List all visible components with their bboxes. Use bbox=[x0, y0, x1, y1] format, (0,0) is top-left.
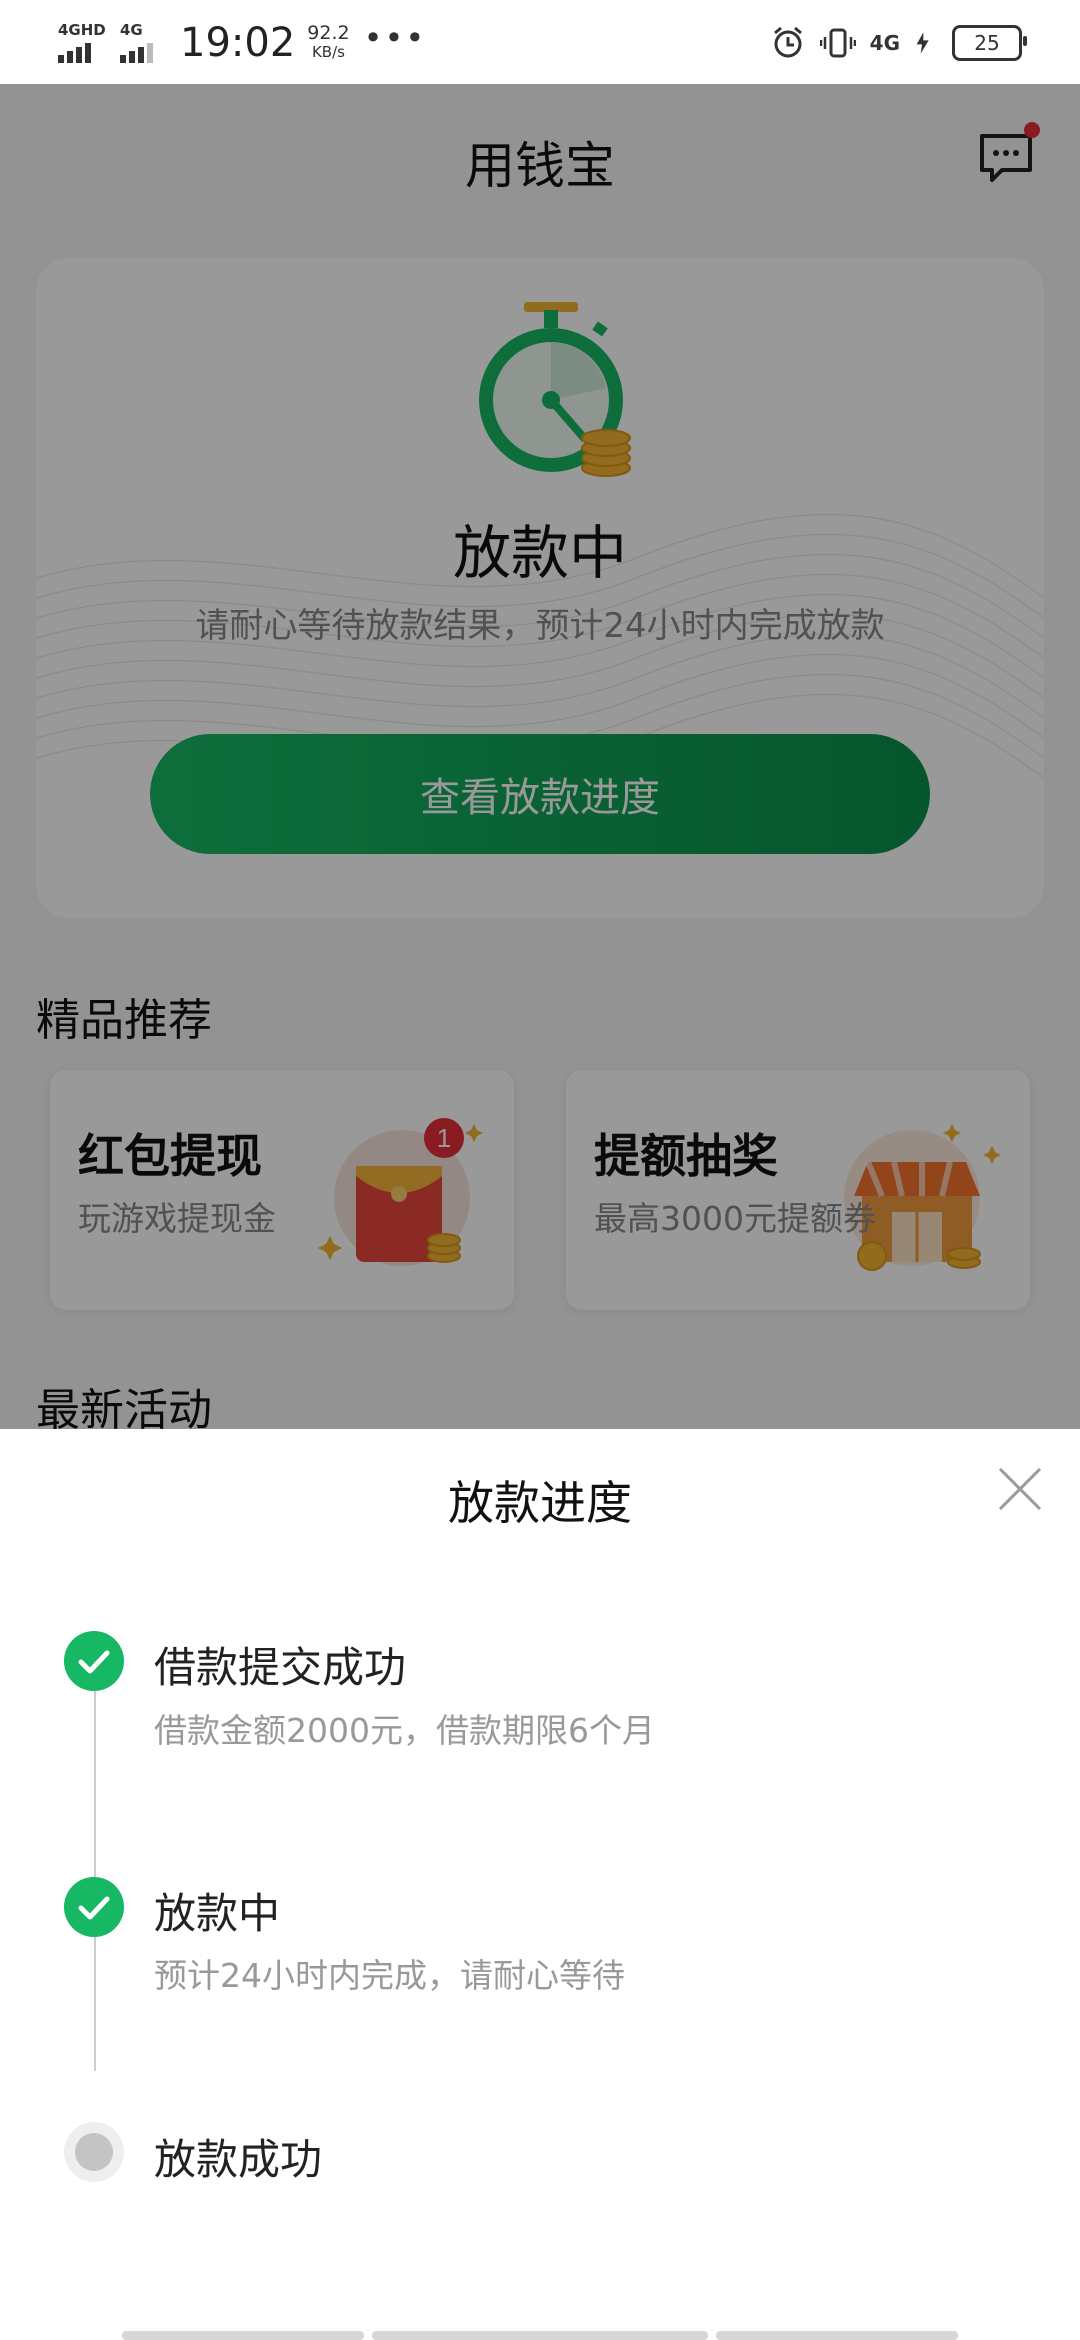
pending-dot-icon bbox=[64, 2122, 124, 2182]
more-notifications-icon: ••• bbox=[363, 19, 427, 57]
signal-icon: 4GHD bbox=[58, 21, 106, 63]
charging-icon bbox=[916, 32, 929, 54]
check-circle-icon bbox=[64, 1631, 124, 1691]
battery-level: 25 bbox=[974, 31, 1000, 55]
alarm-icon bbox=[773, 26, 802, 58]
step-subtitle: 预计24小时内完成，请耐心等待 bbox=[154, 1956, 625, 1995]
signal-label-2: 4G bbox=[120, 21, 143, 39]
nav-bar-segment bbox=[716, 2331, 958, 2340]
signal-label: 4GHD bbox=[58, 21, 106, 39]
status-bar: 4GHD 4G 19:02 92.2 KB/s ••• 4G 25 bbox=[0, 0, 1080, 84]
signal-icon-2: 4G bbox=[120, 21, 160, 63]
progress-bottom-sheet: 放款进度 借款提交成功 借款金额2000元，借款期限6个月 放款中 预计24小时… bbox=[0, 1429, 1080, 2340]
check-circle-icon bbox=[64, 1877, 124, 1937]
nav-bar-segment bbox=[122, 2331, 364, 2340]
step-subtitle: 借款金额2000元，借款期限6个月 bbox=[154, 1711, 655, 1750]
step-title: 借款提交成功 bbox=[154, 1643, 407, 1692]
sheet-title: 放款进度 bbox=[448, 1476, 632, 1530]
network-type-label: 4G bbox=[869, 31, 900, 55]
close-button[interactable] bbox=[990, 1459, 1050, 1519]
battery-icon: 25 bbox=[952, 25, 1027, 61]
modal-overlay[interactable] bbox=[0, 0, 1080, 1429]
nav-bar-segment bbox=[372, 2331, 708, 2340]
vibrate-icon bbox=[819, 28, 856, 58]
network-speed: 92.2 KB/s bbox=[307, 24, 349, 62]
step-title: 放款成功 bbox=[154, 2135, 323, 2184]
speed-unit: KB/s bbox=[311, 43, 345, 61]
speed-value: 92.2 bbox=[307, 22, 350, 44]
close-icon bbox=[998, 1467, 1042, 1511]
clock: 19:02 bbox=[180, 20, 296, 66]
step-title: 放款中 bbox=[154, 1889, 281, 1938]
timeline-line bbox=[94, 1661, 96, 2071]
